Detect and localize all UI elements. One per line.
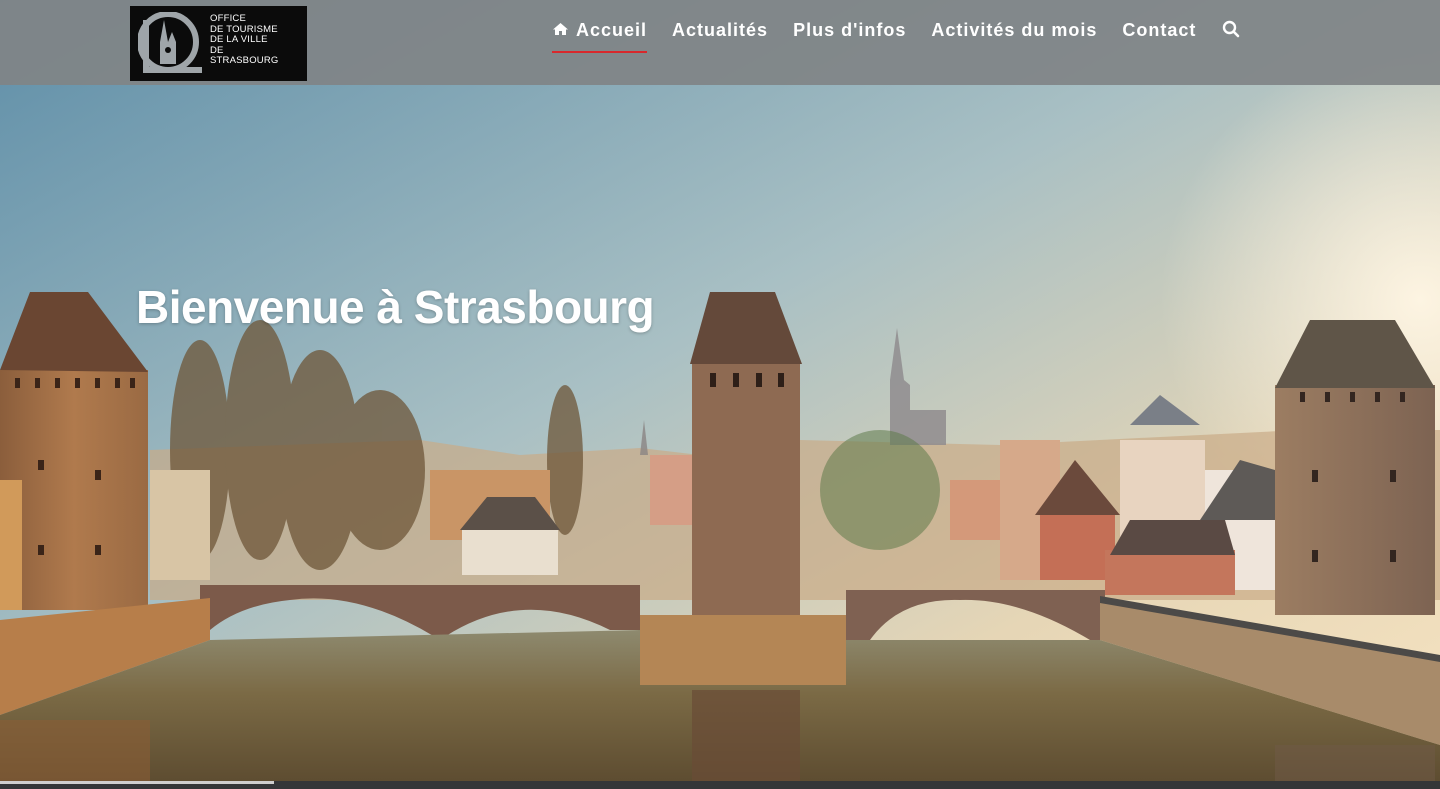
nav-item-label: Activités du mois [931,20,1098,40]
nav-item-label: Accueil [576,20,648,40]
home-icon [552,20,569,41]
nav-item-label: Plus d'infos [793,20,907,40]
nav-item-label: Actualités [672,20,769,40]
site-logo[interactable]: OFFICE DE TOURISME DE LA VILLE DE STRASB… [130,6,307,81]
logo-text: OFFICE DE TOURISME DE LA VILLE DE STRASB… [210,13,279,67]
hero-title: Bienvenue à Strasbourg [136,281,655,333]
hero-background-image [0,0,1440,789]
logo-line: OFFICE [210,13,247,24]
site-header: OFFICE DE TOURISME DE LA VILLE DE STRASB… [0,0,1440,85]
main-nav: Accueil Actualités Plus d'infos Activité… [552,20,1240,53]
logo-line: DE LA VILLE [210,34,268,45]
nav-item-activites-du-mois[interactable]: Activités du mois [931,20,1097,53]
hero-section [0,0,1440,789]
nav-item-contact[interactable]: Contact [1122,20,1196,53]
logo-line: STRASBOURG [210,55,279,66]
nav-item-accueil[interactable]: Accueil [552,20,648,53]
cathedral-icon [138,12,202,73]
nav-item-actualites[interactable]: Actualités [672,20,768,53]
search-icon[interactable] [1222,20,1240,42]
nav-item-label: Contact [1122,20,1197,40]
nav-item-plus-dinfos[interactable]: Plus d'infos [793,20,906,53]
slider-progress [0,781,274,784]
